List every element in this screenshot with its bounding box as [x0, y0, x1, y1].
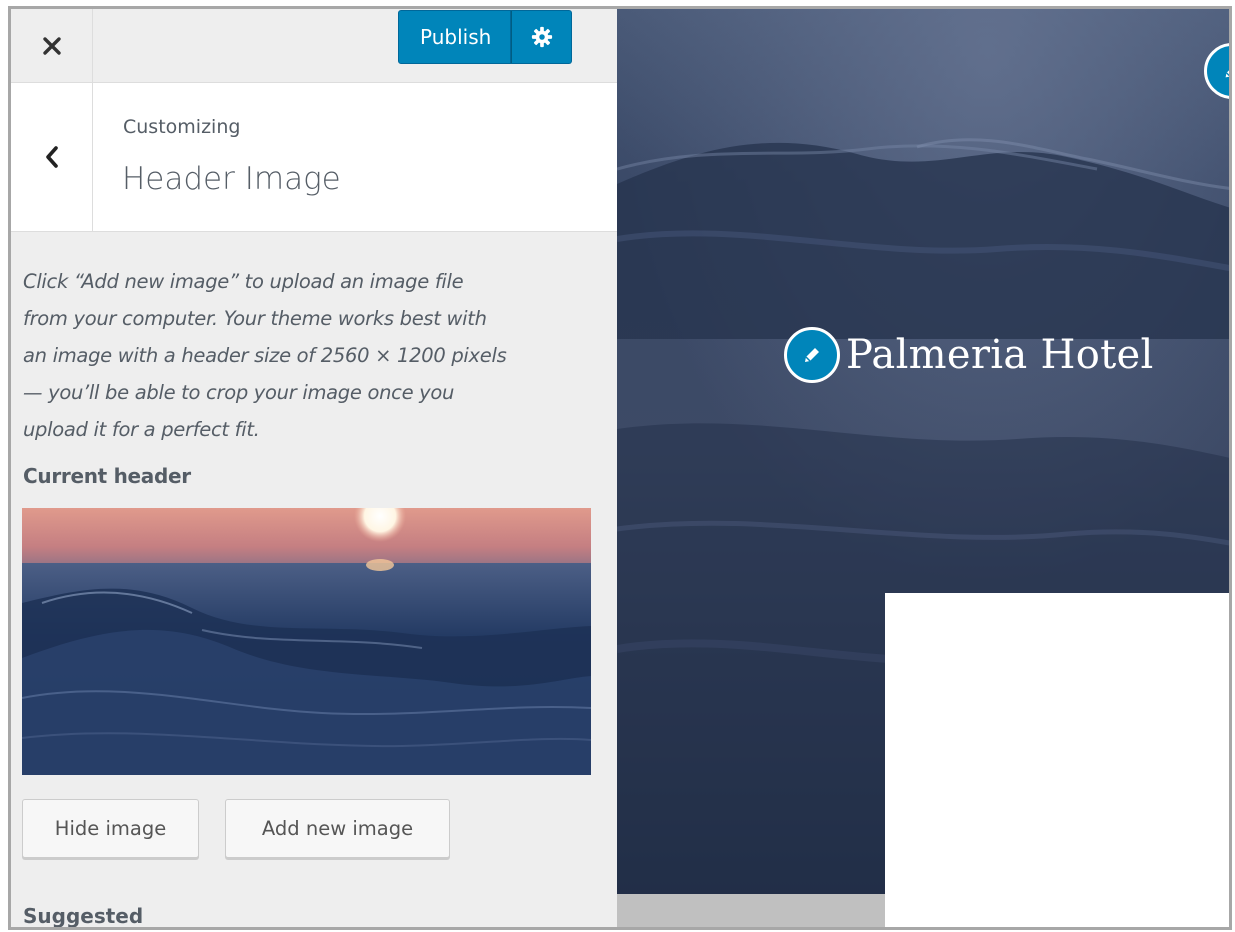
- edit-site-title-button[interactable]: [784, 327, 840, 383]
- description-line: an image with a header size of 2560 × 12…: [23, 344, 507, 367]
- add-new-image-button[interactable]: Add new image: [225, 799, 450, 858]
- publish-button-group: Publish: [398, 10, 573, 64]
- current-header-thumbnail: [22, 508, 591, 775]
- description-line: — you’ll be able to crop your image once…: [23, 381, 455, 404]
- close-icon: [42, 37, 61, 55]
- site-title-link[interactable]: Palmeria Hotel: [784, 327, 1154, 383]
- suggested-label: Suggested: [23, 904, 144, 927]
- back-button[interactable]: [11, 83, 93, 231]
- hide-image-button[interactable]: Hide image: [22, 799, 199, 858]
- section-header: Customizing Header Image: [11, 83, 617, 232]
- pencil-icon: [1225, 70, 1229, 78]
- header-image-description: Click “Add new image” to upload an image…: [23, 263, 583, 448]
- description-line: Click “Add new image” to upload an image…: [23, 270, 464, 293]
- publish-button[interactable]: Publish: [398, 10, 512, 64]
- current-header-label: Current header: [23, 464, 191, 488]
- page-title: Header Image: [122, 161, 341, 197]
- description-line: upload it for a perfect fit.: [23, 418, 260, 441]
- gear-icon: [531, 26, 552, 48]
- content-area: [885, 593, 1229, 927]
- customizer-topbar: Publish: [11, 9, 617, 83]
- chevron-left-icon: [45, 146, 58, 168]
- close-customizer-button[interactable]: [11, 9, 93, 83]
- customizer-sidebar: Publish Customizing Header Image Click “…: [11, 9, 617, 927]
- site-preview: Palmeria Hotel: [617, 9, 1229, 927]
- description-line: from your computer. Your theme works bes…: [23, 307, 487, 330]
- customizer-window: Publish Customizing Header Image Click “…: [8, 6, 1232, 930]
- site-title: Palmeria Hotel: [846, 332, 1154, 378]
- publish-settings-button[interactable]: [511, 10, 573, 64]
- pencil-icon: [805, 348, 819, 362]
- breadcrumb: Customizing: [123, 116, 241, 138]
